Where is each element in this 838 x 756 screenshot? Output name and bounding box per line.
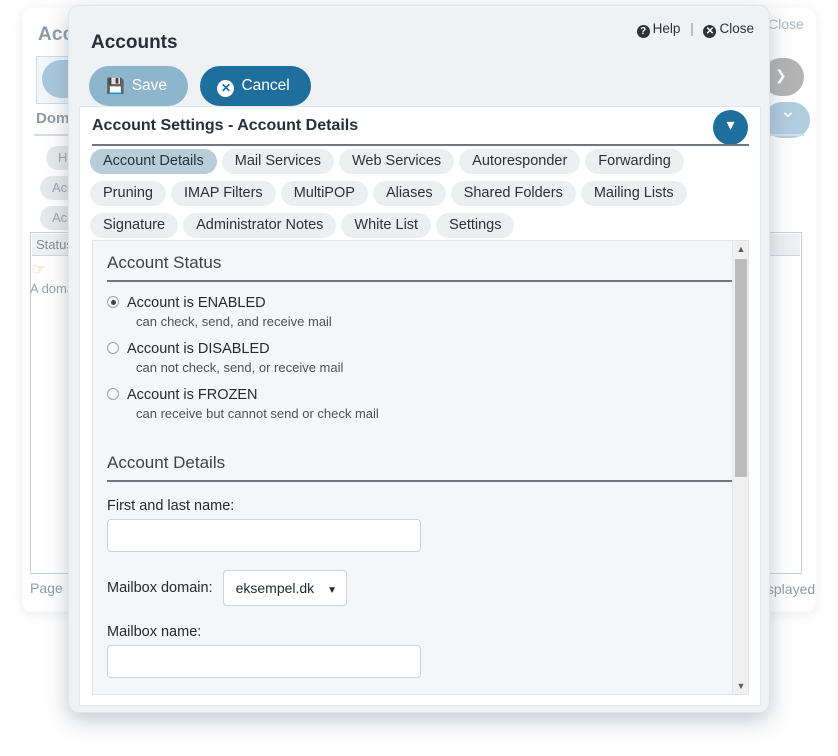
tab-forwarding[interactable]: Forwarding [585,149,684,174]
save-label: Save [131,77,168,94]
tab-mail-services[interactable]: Mail Services [221,149,334,174]
account-status-rule [107,280,738,282]
tab-white-list[interactable]: White List [341,213,432,238]
background-footer-page-label: Page [30,580,63,596]
mailbox-domain-label: Mailbox domain: [107,580,213,597]
help-link[interactable]: ? Help [636,21,681,38]
question-circle-icon: ? [636,25,650,38]
tab-multipop[interactable]: MultiPOP [280,181,368,206]
radio-enabled-description: can check, send, and receive mail [136,314,332,329]
account-status-heading: Account Status [107,253,222,272]
mailbox-name-label: Mailbox name: [107,624,202,640]
radio-frozen-indicator[interactable] [107,388,119,400]
tab-mailing-lists[interactable]: Mailing Lists [580,181,687,206]
radio-frozen-description: can receive but cannot send or check mai… [136,406,379,421]
radio-enabled-label: Account is ENABLED [127,295,266,311]
modal-header-links: ? Help | ✕ Close [636,21,754,38]
modal-title: Accounts [91,32,178,53]
tab-signature[interactable]: Signature [90,213,179,238]
panel-title-underline [92,144,749,146]
floppy-disk-icon: 💾 [106,78,125,95]
times-circle-icon: ✕ [217,80,235,97]
account-details-rule [107,480,738,482]
modal-header: ? Help | ✕ Close Accounts 💾 Save ✕ Cancel [69,6,769,112]
times-circle-icon: ✕ [703,25,717,38]
cancel-label: Cancel [241,77,290,94]
radio-disabled-description: can not check, send, or receive mail [136,360,344,375]
radio-account-disabled[interactable]: Account is DISABLED [107,338,718,358]
header-links-separator: | [690,21,694,36]
accounts-modal: ? Help | ✕ Close Accounts 💾 Save ✕ Cancel Ac… [68,5,770,713]
cancel-button[interactable]: ✕ Cancel [200,66,311,106]
account-settings-panel: Account Settings - Account Details ▾ Acc… [79,106,761,706]
account-details-heading: Account Details [107,453,226,472]
radio-enabled-indicator[interactable] [107,296,119,308]
radio-disabled-indicator[interactable] [107,342,119,354]
settings-scroll-content: Account Status Account is ENABLED can ch… [93,241,738,694]
close-label: Close [719,21,754,36]
tab-pruning[interactable]: Pruning [90,181,166,206]
tab-web-services[interactable]: Web Services [338,149,455,174]
account-status-section: Account Status Account is ENABLED can ch… [93,241,738,441]
tab-settings[interactable]: Settings [436,213,515,238]
radio-account-frozen[interactable]: Account is FROZEN [107,384,718,404]
triangle-down-icon[interactable]: ▼ [733,678,748,694]
hand-pointer-icon: ☞ [32,261,46,278]
first-last-name-input[interactable] [107,519,421,552]
mailbox-domain-value: eksempel.dk [235,580,315,596]
tab-autoresponder[interactable]: Autoresponder [459,149,581,174]
tab-aliases[interactable]: Aliases [372,181,446,206]
mailbox-name-input[interactable] [107,645,421,678]
tab-account-details[interactable]: Account Details [90,149,217,174]
scrollbar-thumb[interactable] [735,259,747,477]
background-collapse-button[interactable] [764,100,810,138]
radio-disabled-label: Account is DISABLED [127,341,270,357]
radio-account-enabled[interactable]: Account is ENABLED [107,292,718,312]
triangle-up-icon[interactable]: ▲ [733,241,748,257]
mailbox-domain-row: Mailbox domain: eksempel.dk ▼ [107,566,718,618]
tab-administrator-notes[interactable]: Administrator Notes [183,213,337,238]
chevron-down-icon[interactable]: ▾ [713,110,748,145]
mailbox-domain-select[interactable]: eksempel.dk ▼ [222,570,348,606]
save-button[interactable]: 💾 Save [89,66,189,106]
account-details-section: Account Details First and last name: Mai… [93,441,738,694]
tab-shared-folders[interactable]: Shared Folders [450,181,576,206]
panel-title: Account Settings - Account Details [92,117,359,134]
modal-action-buttons: 💾 Save ✕ Cancel [89,66,311,106]
background-close-link[interactable]: Close [768,16,804,32]
radio-frozen-label: Account is FROZEN [127,387,258,403]
settings-scroll-area[interactable]: Account Status Account is ENABLED can ch… [92,240,749,695]
first-last-name-label: First and last name: [107,498,235,514]
content-scrollbar[interactable]: ▲ ▼ [732,241,748,694]
close-link[interactable]: ✕ Close [703,21,754,38]
chevron-down-icon: ▼ [327,585,338,596]
settings-tab-list: Account Details Mail Services Web Services… [90,149,750,245]
tab-imap-filters[interactable]: IMAP Filters [170,181,276,206]
help-label: Help [652,21,681,36]
mailbox-password-label: Mailbox password: [107,692,718,694]
